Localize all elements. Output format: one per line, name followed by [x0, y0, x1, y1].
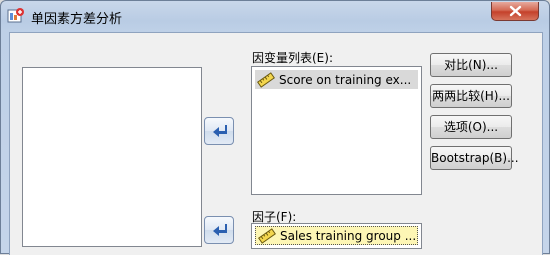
- options-button[interactable]: 选项(O)...: [430, 115, 512, 139]
- move-to-factor-button[interactable]: [204, 216, 234, 244]
- close-button[interactable]: [491, 2, 539, 21]
- left-arrow-icon: [213, 224, 227, 236]
- contrasts-button[interactable]: 对比(N)...: [430, 53, 512, 77]
- close-icon: [509, 5, 522, 17]
- spss-dialog-icon: [7, 8, 24, 23]
- window-title: 单因素方差分析: [31, 12, 123, 27]
- dialog-window: 单因素方差分析 因变量列表(E): Score on training ex..…: [0, 0, 550, 255]
- scale-ruler-icon: [257, 71, 275, 88]
- dependent-variable-list[interactable]: Score on training ex...: [251, 66, 422, 195]
- dialog-body: 因变量列表(E): Score on training ex... 因子(F):: [9, 32, 543, 255]
- dependent-list-label: 因变量列表(E):: [252, 51, 333, 65]
- factor-field[interactable]: Sales training group ...: [251, 223, 422, 249]
- factor-item[interactable]: Sales training group ...: [255, 226, 418, 245]
- move-to-dependent-button[interactable]: [204, 117, 234, 145]
- variable-label: Score on training ex...: [279, 72, 412, 87]
- source-variable-list[interactable]: [22, 67, 202, 247]
- bootstrap-button[interactable]: Bootstrap(B)...: [430, 146, 519, 170]
- factor-variable-label: Sales training group ...: [280, 228, 417, 243]
- left-arrow-icon: [213, 125, 227, 137]
- post-hoc-button[interactable]: 两两比较(H)...: [430, 84, 512, 108]
- scale-ruler-icon: [258, 227, 276, 244]
- list-item[interactable]: Score on training ex...: [255, 70, 418, 89]
- title-bar[interactable]: 单因素方差分析: [1, 1, 550, 31]
